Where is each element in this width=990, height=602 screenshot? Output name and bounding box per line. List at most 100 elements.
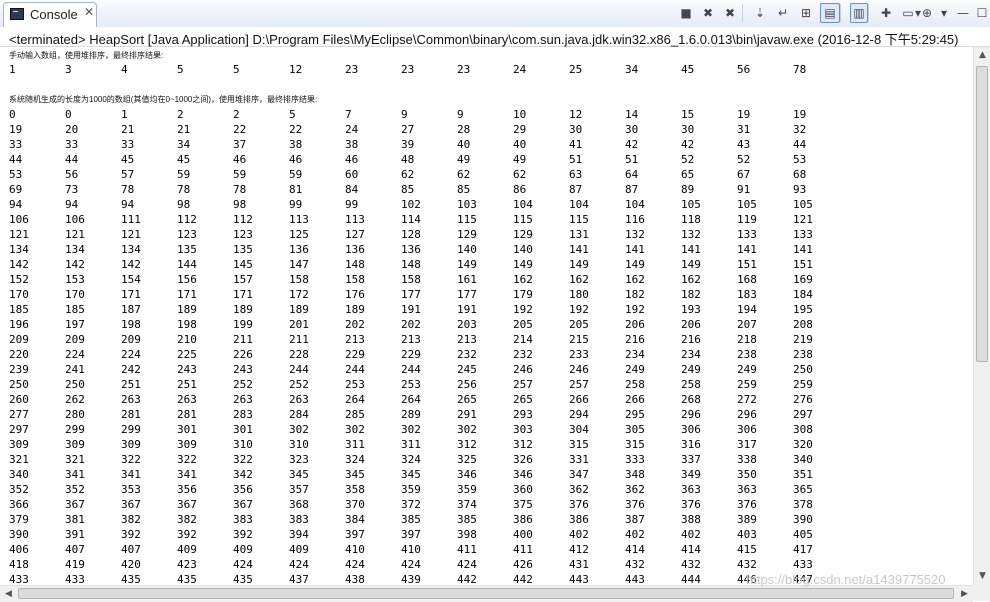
console-number: 417 (793, 543, 813, 556)
console-number: 249 (737, 363, 757, 376)
scroll-right-icon[interactable]: ▶ (956, 586, 973, 602)
console-number: 199 (233, 318, 253, 331)
console-number: 323 (289, 453, 309, 466)
console-note-random: 系统随机生成的长度为1000的数组(其值均在0~1000之间)，使用堆排序，最终… (9, 95, 318, 104)
console-number: 309 (65, 438, 85, 451)
console-number: 234 (681, 348, 701, 361)
pin-console-icon[interactable]: ⊞ (797, 5, 815, 21)
scroll-up-icon[interactable]: ▲ (974, 47, 990, 64)
remove-launch-icon[interactable]: ✖ (700, 5, 716, 21)
console-number: 387 (625, 513, 645, 526)
scroll-left-icon[interactable]: ◀ (0, 586, 17, 602)
console-number: 201 (289, 318, 309, 331)
console-number: 424 (457, 558, 477, 571)
console-number: 22 (289, 123, 303, 136)
horizontal-scrollbar[interactable]: ◀ ▶ (0, 585, 973, 602)
console-number: 153 (65, 273, 85, 286)
console-line: 106 106 111 112 112 113 113 114 115 115 115 116 118 1… (9, 212, 839, 227)
console-number: 94 (9, 198, 23, 211)
console-number: 106 (65, 213, 85, 226)
show-on-stderr-icon[interactable]: ▥ (850, 3, 868, 23)
remove-all-terminated-icon[interactable]: ✖ (722, 5, 738, 21)
console-number: 149 (569, 258, 589, 271)
vertical-scroll-thumb[interactable] (976, 66, 988, 362)
console-number: 179 (513, 288, 533, 301)
console-number: 141 (625, 243, 645, 256)
scroll-down-icon[interactable]: ▼ (974, 568, 990, 585)
toolbar-separator (742, 4, 743, 22)
new-console-icon[interactable]: ✚ (878, 5, 894, 21)
console-line: 297 299 299 301 301 302 302 302 302 303 304 305 306 3… (9, 422, 839, 437)
console-number: 232 (457, 348, 477, 361)
console-line: 250 250 251 251 252 252 253 253 256 257 257 258 258 2… (9, 377, 839, 392)
console-number: 244 (401, 363, 421, 376)
console-number: 12 (569, 108, 583, 121)
console-number: 170 (65, 288, 85, 301)
console-number: 209 (121, 333, 141, 346)
vertical-scrollbar[interactable]: ▲ ▼ (973, 47, 990, 585)
console-number: 353 (121, 483, 141, 496)
console-number: 433 (793, 558, 813, 571)
console-number: 285 (345, 408, 365, 421)
terminate-icon[interactable]: ■ (679, 5, 693, 21)
console-number: 433 (65, 573, 85, 585)
console-number: 398 (457, 528, 477, 541)
console-number: 297 (9, 423, 29, 436)
console-icon (10, 8, 24, 20)
console-number: 386 (569, 513, 589, 526)
console-number: 125 (289, 228, 309, 241)
console-number: 342 (233, 468, 253, 481)
console-number: 293 (513, 408, 533, 421)
display-console-icon[interactable]: ▭ (901, 5, 915, 21)
console-number: 129 (513, 228, 533, 241)
console-number: 171 (121, 288, 141, 301)
console-number: 156 (177, 273, 197, 286)
console-number: 62 (513, 168, 527, 181)
show-on-stdout-icon[interactable]: ▤ (820, 3, 840, 23)
console-number: 140 (513, 243, 533, 256)
console-number: 23 (457, 63, 471, 76)
console-number: 73 (65, 183, 79, 196)
console-number: 147 (289, 258, 309, 271)
horizontal-scroll-thumb[interactable] (18, 588, 954, 599)
open-console-icon[interactable]: ⊕ (920, 5, 934, 21)
minimize-icon[interactable]: — (957, 5, 969, 21)
console-number: 33 (65, 138, 79, 151)
console-number: 326 (513, 453, 533, 466)
console-number: 202 (401, 318, 421, 331)
console-number: 346 (513, 468, 533, 481)
console-number: 345 (345, 468, 365, 481)
console-number: 367 (177, 498, 197, 511)
console-number: 7 (345, 108, 352, 121)
console-number: 216 (625, 333, 645, 346)
open-console-dropdown-icon[interactable]: ▾ (940, 5, 948, 21)
scroll-lock-icon[interactable]: ⇣ (752, 5, 768, 21)
console-number: 263 (289, 393, 309, 406)
console-number: 149 (681, 258, 701, 271)
console-number: 46 (345, 153, 359, 166)
console-number: 365 (793, 483, 813, 496)
console-number: 148 (345, 258, 365, 271)
console-number: 63 (569, 168, 583, 181)
console-number: 403 (737, 528, 757, 541)
console-number: 405 (793, 528, 813, 541)
console-line: 309 309 309 309 310 310 311 311 312 312 315 315 316 3… (9, 437, 839, 452)
tab-console[interactable]: Console ✕ (3, 2, 97, 27)
close-icon[interactable]: ✕ (84, 5, 94, 19)
console-number: 238 (737, 348, 757, 361)
word-wrap-icon[interactable]: ↵ (775, 5, 791, 21)
console-output[interactable]: 手动输入数组，使用堆排序，最终排序结果: 系统随机生成的长度为1000的数组(其… (0, 47, 973, 585)
console-number: 103 (457, 198, 477, 211)
console-number: 280 (65, 408, 85, 421)
console-number: 239 (9, 363, 29, 376)
console-number: 38 (345, 138, 359, 151)
console-number: 376 (681, 498, 701, 511)
console-number: 389 (737, 513, 757, 526)
maximize-icon[interactable]: ☐ (976, 5, 988, 21)
console-number: 266 (569, 393, 589, 406)
console-number: 213 (345, 333, 365, 346)
console-number: 435 (177, 573, 197, 585)
console-number: 44 (793, 138, 807, 151)
console-number: 3 (65, 63, 72, 76)
console-line: 260 262 263 263 263 263 264 264 265 265 266 266 268 2… (9, 392, 839, 407)
